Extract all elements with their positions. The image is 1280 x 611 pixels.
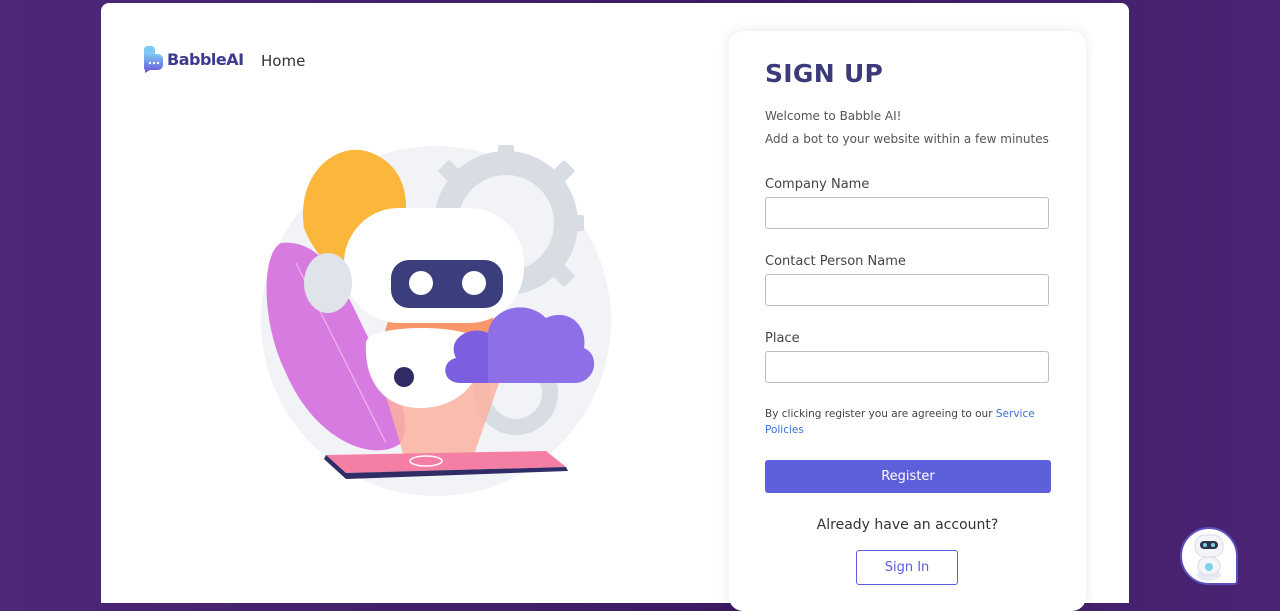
chat-widget-button[interactable]	[1180, 527, 1238, 585]
place-field[interactable]	[765, 351, 1049, 383]
signup-form: SIGN UP Welcome to Babble AI! Add a bot …	[729, 31, 1086, 611]
company-name-label: Company Name	[765, 177, 870, 192]
register-button[interactable]: Register	[765, 460, 1051, 493]
place-label: Place	[765, 331, 800, 346]
chat-bubble-logo-icon	[143, 46, 163, 73]
sign-in-button[interactable]: Sign In	[856, 550, 958, 585]
contact-person-label: Contact Person Name	[765, 254, 906, 269]
welcome-text: Welcome to Babble AI!	[765, 109, 902, 123]
brand-logo[interactable]: BabbleAI	[143, 45, 244, 73]
agreement-text: By clicking register you are agreeing to…	[765, 408, 996, 420]
robot-chat-icon	[1194, 534, 1224, 581]
main-card: BabbleAI Home SIGN UP Welcome to Babble …	[101, 3, 1129, 611]
contact-person-field[interactable]	[765, 274, 1049, 306]
agreement-note: By clicking register you are agreeing to…	[765, 406, 1055, 438]
brand-name: BabbleAI	[167, 49, 244, 69]
already-account-text: Already have an account?	[816, 517, 999, 533]
robot-illustration	[261, 145, 611, 496]
company-name-field[interactable]	[765, 197, 1049, 229]
form-title: SIGN UP	[765, 59, 884, 88]
nav-home-link[interactable]: Home	[261, 52, 305, 70]
subtitle-text: Add a bot to your website within a few m…	[765, 132, 1049, 146]
